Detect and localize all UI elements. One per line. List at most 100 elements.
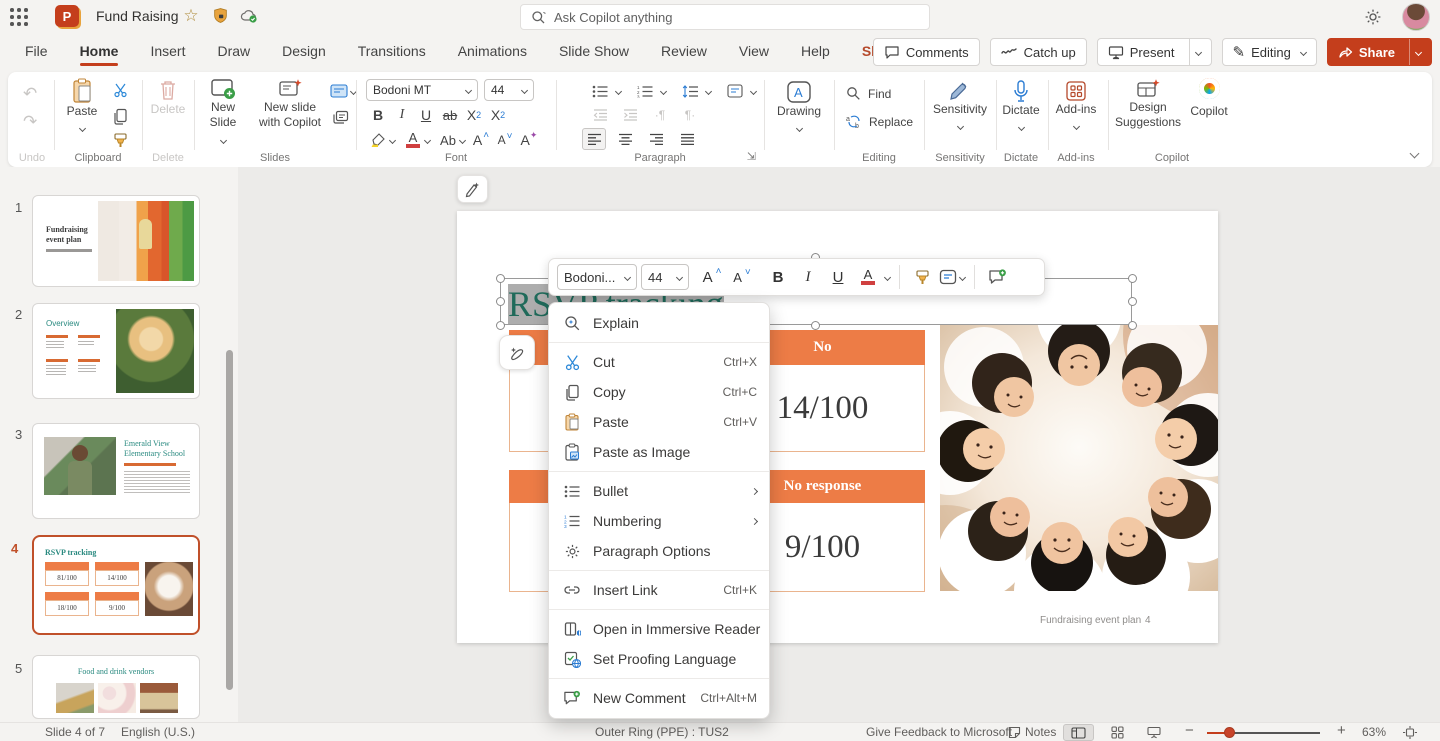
strikethrough-button[interactable]: ab [438, 104, 462, 126]
find-button[interactable]: Find [846, 86, 891, 101]
context-menu-item-copy[interactable]: Copy Ctrl+C [549, 377, 769, 407]
present-dropdown-icon[interactable] [1194, 48, 1201, 55]
zoom-slider-thumb[interactable] [1224, 727, 1235, 738]
italic-button[interactable]: I [390, 104, 414, 126]
superscript-button[interactable]: X2 [486, 104, 510, 126]
notes-button[interactable]: Notes [1008, 725, 1056, 739]
user-avatar[interactable] [1402, 3, 1430, 31]
tab-view[interactable]: View [730, 36, 778, 68]
bullets-button[interactable] [588, 80, 612, 102]
zoom-in-button[interactable]: + [1337, 722, 1346, 739]
slide-thumbnail-1[interactable]: Fundraising event plan [32, 195, 200, 287]
tab-draw[interactable]: Draw [208, 36, 259, 68]
collapse-ribbon-button[interactable] [1410, 149, 1420, 159]
language-selector[interactable]: English (U.S.) [121, 725, 195, 739]
mini-font-color-button[interactable]: A [855, 263, 881, 291]
slide-sorter-view-button[interactable] [1104, 724, 1131, 741]
slide-thumbnail-5[interactable]: Food and drink vendors [32, 655, 200, 719]
undo-icon[interactable]: ↶ [23, 84, 37, 104]
context-menu-item-new-comment[interactable]: New Comment Ctrl+Alt+M [549, 683, 769, 713]
subscript-button[interactable]: X2 [462, 104, 486, 126]
tab-slide-show[interactable]: Slide Show [550, 36, 638, 68]
mini-new-comment-button[interactable] [984, 263, 1010, 291]
dictate-dropdown-icon[interactable] [1017, 124, 1024, 131]
align-right-button[interactable] [644, 128, 668, 150]
drawing-button[interactable]: A Drawing [768, 80, 830, 136]
font-size-select[interactable]: 44 [484, 79, 534, 101]
mini-format-painter-button[interactable] [909, 263, 935, 291]
selection-handle-mid-right[interactable] [1128, 297, 1137, 306]
thumbnail-scrollbar[interactable] [226, 350, 233, 690]
addins-button[interactable]: Add-ins [1050, 80, 1102, 134]
slide-thumbnail-3[interactable]: Emerald View Elementary School [32, 423, 200, 519]
ltr-paragraph-button[interactable]: ·¶ [648, 104, 672, 126]
sensitivity-shield-icon[interactable] [212, 7, 230, 25]
sensitivity-button[interactable]: Sensitivity [928, 80, 992, 134]
change-case-button[interactable]: Ab [436, 129, 460, 151]
change-case-dropdown-icon[interactable] [459, 136, 466, 143]
align-center-button[interactable] [613, 128, 637, 150]
copilot-button[interactable]: Copilot [1186, 78, 1232, 118]
rtl-paragraph-button[interactable]: ¶· [678, 104, 702, 126]
bullets-dropdown-icon[interactable] [615, 87, 622, 94]
font-name-select[interactable]: Bodoni MT [366, 79, 478, 101]
underline-button[interactable]: U [414, 104, 438, 126]
selection-handle-bottom-left[interactable] [496, 321, 505, 330]
line-spacing-button[interactable] [678, 80, 702, 102]
mini-italic-button[interactable]: I [795, 263, 821, 291]
editing-mode-button[interactable]: ✎ Editing [1222, 38, 1317, 66]
format-painter-button[interactable] [112, 132, 129, 149]
share-button[interactable]: Share [1327, 38, 1432, 66]
tab-animations[interactable]: Animations [449, 36, 536, 68]
delete-button[interactable]: Delete [144, 78, 192, 116]
mini-font-color-dropdown-icon[interactable] [884, 273, 891, 280]
slide-thumbnail-2[interactable]: Overview [32, 303, 200, 399]
context-menu-item-immersive-reader[interactable]: Open in Immersive Reader [549, 614, 769, 644]
duplicate-slide-button[interactable] [332, 110, 349, 126]
align-left-button[interactable] [582, 128, 606, 150]
context-menu-item-cut[interactable]: Cut Ctrl+X [549, 347, 769, 377]
context-menu-item-paragraph-options[interactable]: Paragraph Options [549, 536, 769, 566]
new-slide-with-copilot-button[interactable]: New slide with Copilot [252, 78, 328, 130]
comments-button[interactable]: Comments [873, 38, 980, 66]
cloud-saved-icon[interactable] [240, 7, 258, 25]
context-menu-item-numbering[interactable]: 123 Numbering [549, 506, 769, 536]
tab-help[interactable]: Help [792, 36, 839, 68]
favorite-star-icon[interactable]: ☆ [182, 7, 200, 25]
fit-to-window-button[interactable] [1396, 724, 1424, 741]
paste-button[interactable]: Paste [60, 78, 104, 136]
addins-dropdown-icon[interactable] [1072, 123, 1079, 130]
selection-handle-top-left[interactable] [496, 274, 505, 283]
cut-button[interactable] [112, 82, 129, 98]
increase-indent-button[interactable] [618, 104, 642, 126]
mini-grow-font-button[interactable]: A˄ [699, 263, 725, 291]
slide-layout-button[interactable] [330, 84, 356, 98]
tab-review[interactable]: Review [652, 36, 716, 68]
mini-format-shape-button[interactable] [939, 263, 965, 291]
zoom-level[interactable]: 63% [1362, 725, 1386, 739]
mini-bold-button[interactable]: B [765, 263, 791, 291]
slide-thumbnail-4-selected[interactable]: RSVP tracking 81/100 14/100 18/100 9/100 [32, 535, 200, 635]
selection-handle-top-right[interactable] [1128, 274, 1137, 283]
font-color-dropdown-icon[interactable] [424, 136, 431, 143]
mini-shrink-font-button[interactable]: A˅ [729, 263, 755, 291]
present-button[interactable]: Present [1097, 38, 1212, 66]
zoom-out-button[interactable]: − [1185, 722, 1194, 739]
catch-up-button[interactable]: Catch up [990, 38, 1087, 66]
context-menu-item-bullet[interactable]: Bullet [549, 476, 769, 506]
document-title[interactable]: Fund Raising [96, 8, 179, 24]
share-dropdown-icon[interactable] [1415, 48, 1422, 55]
app-launcher-icon[interactable] [10, 8, 28, 26]
copilot-rewrite-button[interactable] [499, 335, 535, 370]
tab-transitions[interactable]: Transitions [349, 36, 435, 68]
search-input[interactable]: Ask Copilot anything [520, 4, 930, 30]
slide-counter[interactable]: Slide 4 of 7 [45, 725, 105, 739]
clear-formatting-button[interactable]: A✦ [517, 129, 541, 151]
design-suggestions-button[interactable]: Design Suggestions [1112, 78, 1184, 130]
copy-button[interactable] [112, 108, 128, 125]
decrease-indent-button[interactable] [588, 104, 612, 126]
mini-font-size-select[interactable]: 44 [641, 264, 689, 290]
text-direction-button[interactable] [723, 80, 747, 102]
highlight-dropdown-icon[interactable] [389, 136, 396, 143]
mini-underline-button[interactable]: U [825, 263, 851, 291]
